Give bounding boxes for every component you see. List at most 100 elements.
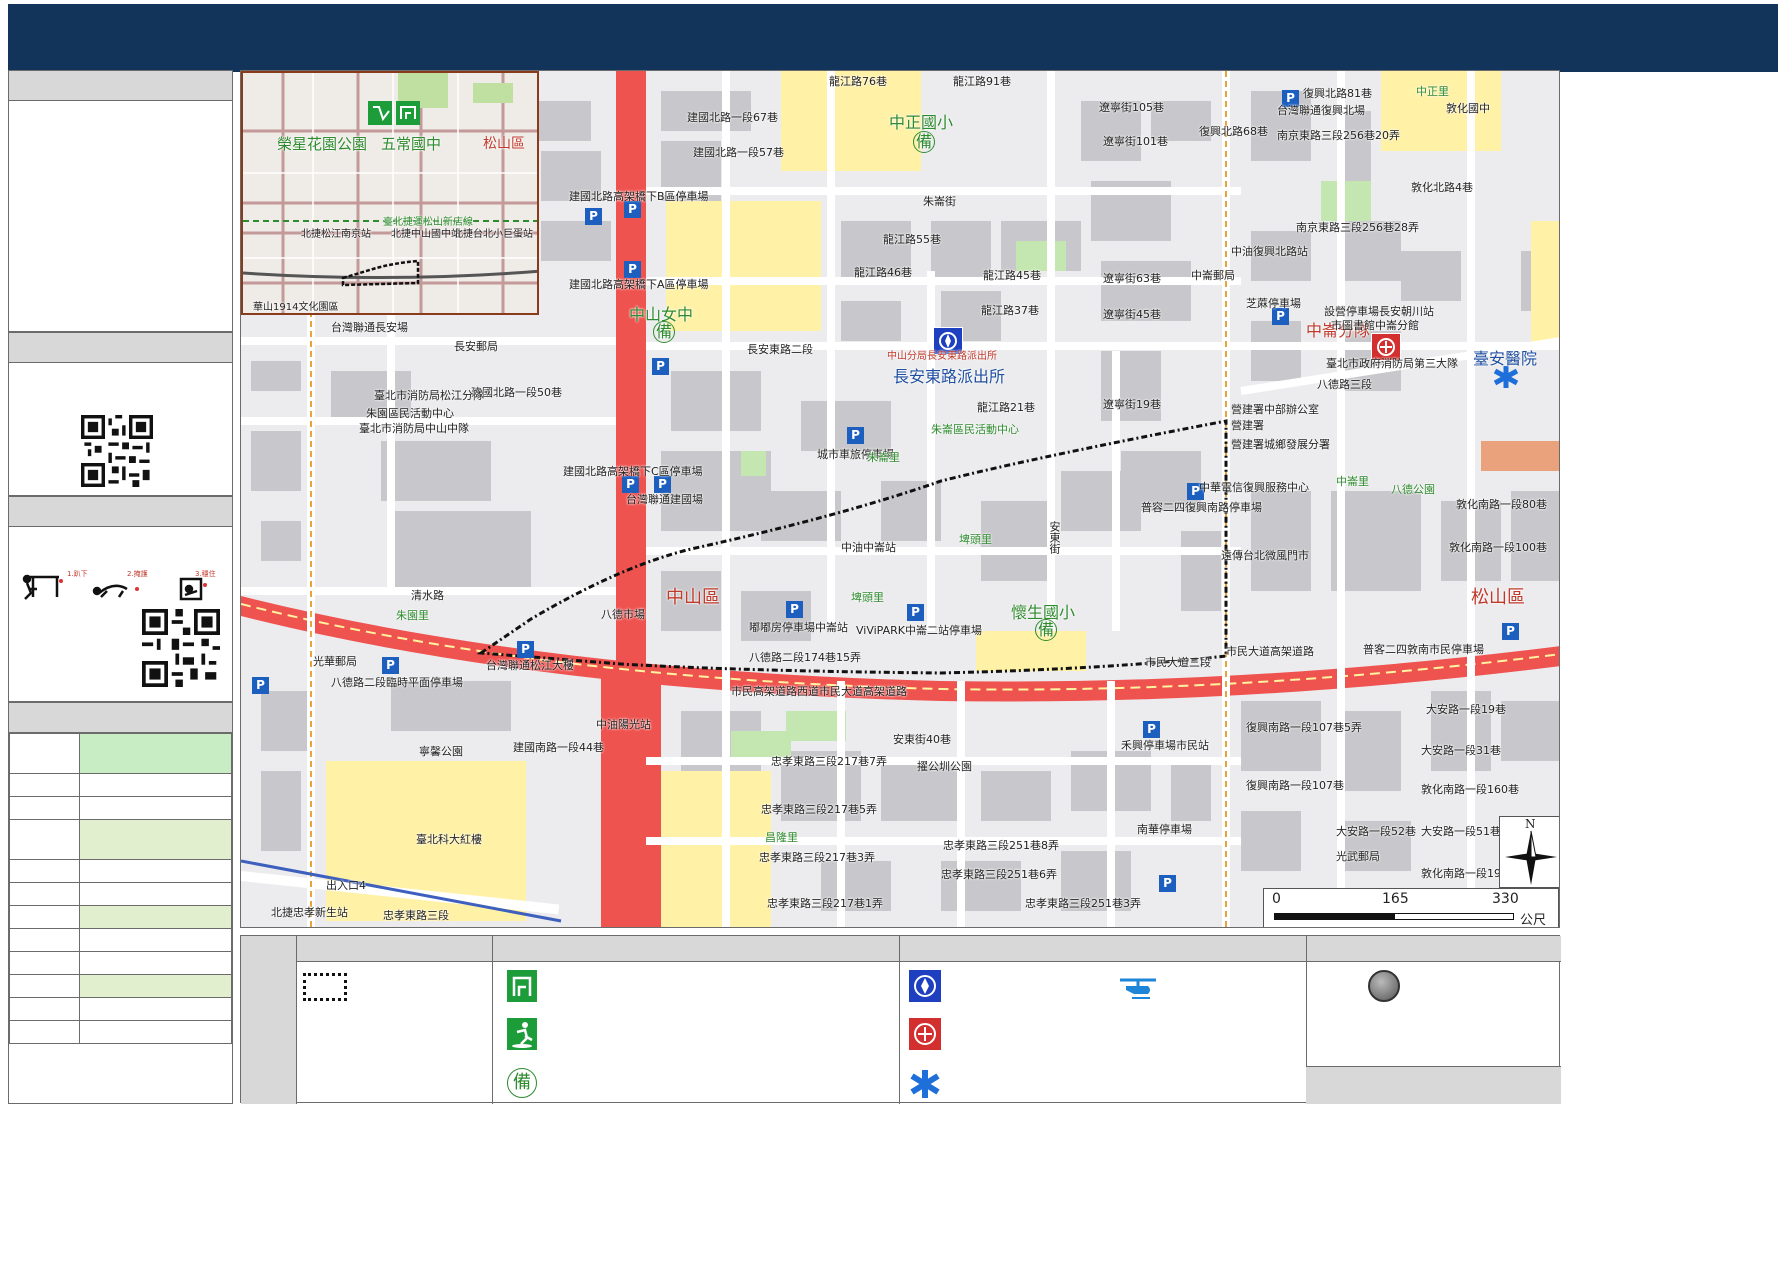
parking-icon[interactable]: P [1143, 721, 1160, 738]
legend-title-cell [241, 936, 297, 1104]
police-icon [909, 970, 941, 1002]
street-label: 龍江路76巷 [829, 75, 887, 88]
street-label: 遼寧街45巷 [1103, 308, 1161, 321]
qr-code-icon[interactable] [81, 415, 153, 487]
inset-label: 榮星花園公園 [277, 135, 368, 153]
street-label: 中油復興北路站 [1231, 245, 1308, 258]
table-row [9, 819, 232, 860]
street-label: 忠孝東路三段 [383, 909, 449, 922]
table-row [9, 951, 232, 975]
table-row [9, 882, 232, 906]
parking-icon[interactable]: P [517, 641, 534, 658]
street-label: 臺北市消防局松江分隊 [374, 389, 484, 402]
street-label: 忠孝東路三段217巷7弄 [771, 755, 887, 768]
shelter-info-table [9, 733, 232, 1044]
street-label: 忠孝東路三段251巷8弄 [943, 839, 1059, 852]
street-label: 營建署中部辦公室 [1231, 403, 1319, 416]
shelter-icon: 備 [653, 321, 675, 343]
inset-label: 松山區 [483, 136, 525, 152]
main-map[interactable]: 榮星花園公園 五常國中 松山區 北捷松江南京站 北捷中山國中站 北捷台北小巨蛋站… [240, 70, 1560, 928]
street-label: 台灣聯通松江大樓 [486, 659, 574, 672]
street-label: 禾興停車場市民站 [1121, 739, 1209, 752]
street-label: 寧馨公園 [419, 745, 463, 758]
parking-icon[interactable]: P [585, 208, 602, 225]
street-label: 大安路一段51巷 [1421, 825, 1501, 838]
table-row [9, 773, 232, 797]
evacuation-area-icon [507, 1018, 537, 1050]
parking-icon[interactable]: P [907, 604, 924, 621]
street-label: 中正里 [1416, 85, 1449, 98]
street-label: 遼寧街105巷 [1099, 101, 1164, 114]
evacuation-boundary-icon [303, 973, 347, 1001]
street-label: 龍江路46巷 [854, 266, 912, 279]
street-label: 中華電信復興服務中心 [1199, 481, 1309, 494]
street-label: 建國北路高架橋下C區停車場 [563, 465, 703, 478]
hospital-label: 臺安醫院 [1473, 349, 1538, 368]
street-label: 敦化國中 [1446, 102, 1490, 115]
parking-icon[interactable]: P [382, 657, 399, 674]
police-station-label: 長安東路派出所 [893, 367, 1006, 386]
street-label: 中崙里 [1336, 475, 1369, 488]
street-label: 長安東路二段 [747, 343, 813, 356]
parking-icon[interactable]: P [786, 601, 803, 618]
parking-icon[interactable]: P [1159, 875, 1176, 892]
street-label: 大安路一段52巷 [1336, 825, 1416, 838]
street-label: 埤頭里 [851, 591, 884, 604]
earthquake-panel: 1.趴下 2.掩護 3.穩住 [8, 496, 233, 702]
street-label: 朱崙里 [867, 451, 900, 464]
street-label: 復興北路68巷 [1199, 125, 1268, 138]
street-label: 建國北路一段67巷 [687, 111, 778, 124]
street-label: 龍江路45巷 [983, 269, 1041, 282]
parking-icon[interactable]: P [847, 427, 864, 444]
street-label: 光武郵局 [1336, 850, 1380, 863]
step-drop: 1.趴下 [67, 570, 88, 578]
street-label: 敦化北路4巷 [1411, 181, 1473, 194]
street-label: 台灣聯通長安場 [331, 321, 408, 334]
street-label: 安東街 [1048, 521, 1061, 554]
street-label: 建國南路一段44巷 [513, 741, 604, 754]
parking-icon[interactable]: P [252, 677, 269, 694]
qr-panel [8, 332, 233, 496]
parking-icon[interactable]: P [1502, 623, 1519, 640]
scale-bar-segment [1274, 913, 1394, 920]
street-label: 八德市場 [601, 608, 645, 621]
step-cover: 2.掩護 [127, 570, 148, 578]
street-label: 臺北市消防局中山中隊 [359, 422, 469, 435]
street-label: 埤頭里 [959, 533, 992, 546]
street-label: 復興南路一段107巷5弄 [1246, 721, 1362, 734]
street-label: 中油中崙站 [841, 541, 896, 554]
street-label: 遼寧街19巷 [1103, 398, 1161, 411]
street-label: 復興南路一段107巷 [1246, 779, 1344, 792]
district-label: 中山區 [666, 587, 720, 608]
street-label: 敦化南路一段100巷 [1449, 541, 1547, 554]
scale-tick-0: 0 [1272, 891, 1281, 907]
street-label: 忠孝東路三段251巷6弄 [941, 868, 1057, 881]
street-label: 普容二四復興南路停車場 [1141, 501, 1262, 514]
shelter-icon: 備 [507, 1068, 537, 1098]
legend-header [297, 936, 1561, 962]
shelter-icon: 備 [1035, 619, 1057, 641]
school-label: 中正國小 [889, 113, 954, 132]
street-label: 芝蔴停車場 [1246, 297, 1301, 310]
table-row [9, 1020, 232, 1044]
street-label: 八德路三段 [1317, 378, 1372, 391]
fire-brigade-icon [909, 1018, 941, 1050]
table-row [9, 859, 232, 883]
inset-label: 華山1914文化園區 [253, 302, 339, 313]
qr-panel-header [9, 333, 232, 363]
street-label: 龍江路21巷 [977, 401, 1035, 414]
north-arrow-icon: N [1499, 816, 1559, 888]
parking-icon[interactable]: P [652, 358, 669, 375]
inset-map[interactable]: 榮星花園公園 五常國中 松山區 北捷松江南京站 北捷中山國中站 北捷台北小巨蛋站… [241, 71, 539, 315]
scale-bar-segment [1394, 913, 1514, 920]
street-label: 忠孝東路三段217巷1弄 [767, 897, 883, 910]
earthquake-panel-header [9, 497, 232, 527]
table-row [9, 905, 232, 929]
scale-unit: 公尺 [1520, 913, 1547, 928]
hospital-icon [909, 1068, 941, 1100]
step-hold: 3.穩住 [195, 570, 216, 578]
legend-bottom-right [1306, 1066, 1561, 1104]
street-label: 龍江路55巷 [883, 233, 941, 246]
street-label: 建國北路一段50巷 [471, 386, 562, 399]
qr-code-icon[interactable] [141, 609, 221, 687]
